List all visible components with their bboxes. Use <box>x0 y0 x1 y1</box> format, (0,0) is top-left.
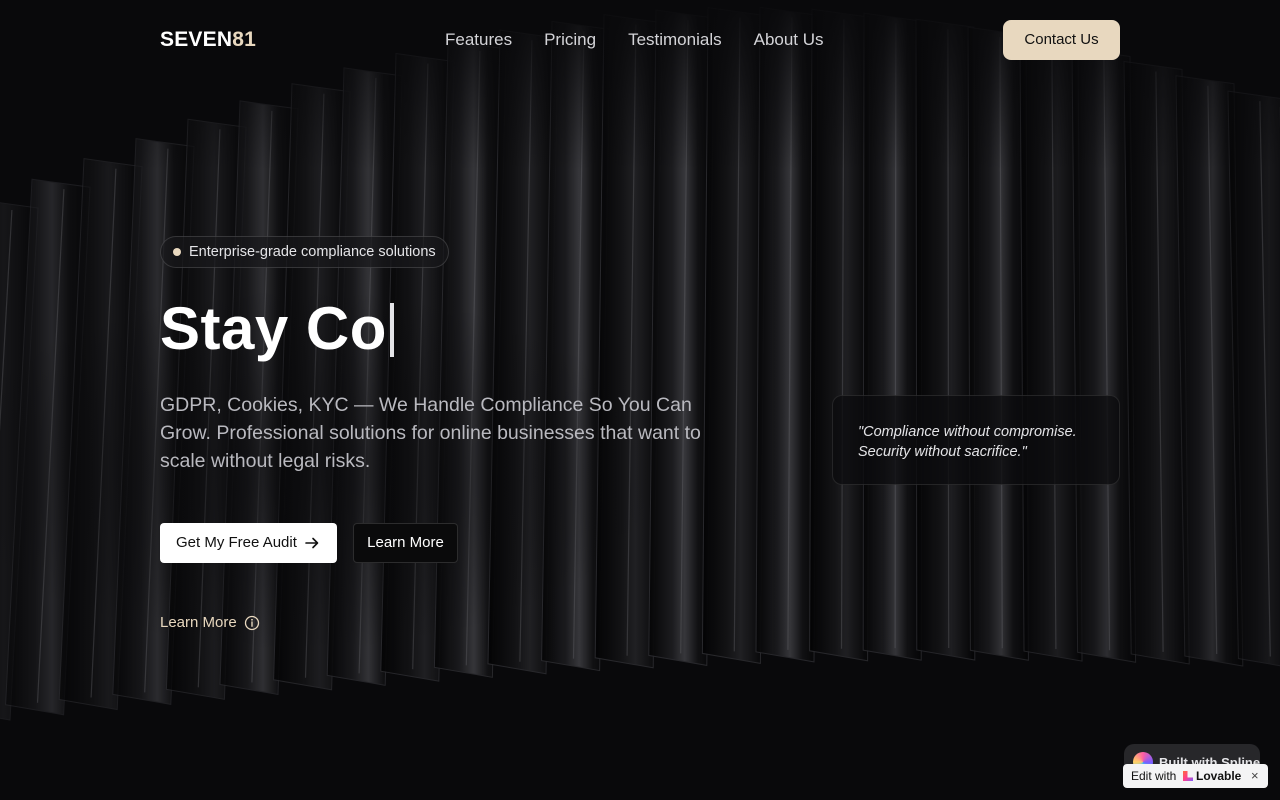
headline-text: Stay Co <box>160 295 387 362</box>
quote-card: "Compliance without compromise. Security… <box>832 395 1120 485</box>
nav-link-pricing[interactable]: Pricing <box>544 30 596 50</box>
brand-logo[interactable]: SEVEN81 <box>160 28 256 52</box>
landing-page: SEVEN81 Features Pricing Testimonials Ab… <box>0 0 1280 800</box>
hero-headline: Stay Co <box>160 296 394 362</box>
nav-link-about-us[interactable]: About Us <box>754 30 824 50</box>
decorative-slab <box>809 8 871 662</box>
hero-subtitle: GDPR, Cookies, KYC — We Handle Complianc… <box>160 394 701 472</box>
decorative-slab <box>967 26 1029 661</box>
lovable-brand-label: Lovable <box>1196 769 1242 783</box>
nav-link-features[interactable]: Features <box>445 30 512 50</box>
badge-label: Enterprise-grade compliance solutions <box>189 244 436 260</box>
top-navigation: SEVEN81 Features Pricing Testimonials Ab… <box>0 0 1280 80</box>
learn-more-link-label: Learn More <box>160 614 237 631</box>
decorative-slab <box>755 6 819 663</box>
decorative-slab <box>862 12 923 661</box>
nav-link-testimonials[interactable]: Testimonials <box>628 30 722 50</box>
nav-links: Features Pricing Testimonials About Us <box>445 30 856 50</box>
contact-us-button[interactable]: Contact Us <box>1003 20 1120 60</box>
badge-dot-icon <box>173 248 181 256</box>
get-free-audit-label: Get My Free Audit <box>176 534 297 551</box>
brand-name-main: SEVEN <box>160 28 233 51</box>
arrow-right-icon <box>305 537 319 549</box>
info-icon <box>244 615 260 631</box>
decorative-slab <box>915 18 976 661</box>
edit-with-lovable-bar[interactable]: Edit with Lovable × <box>1123 764 1268 788</box>
close-icon[interactable]: × <box>1251 764 1259 788</box>
typing-caret <box>389 303 394 357</box>
decorative-slab-highlight <box>947 29 950 649</box>
quote-text: "Compliance without compromise. Security… <box>858 424 1077 460</box>
brand-name-accent: 81 <box>232 28 256 51</box>
edit-with-label: Edit with <box>1131 769 1177 783</box>
hero-badge: Enterprise-grade compliance solutions <box>160 236 449 268</box>
learn-more-button[interactable]: Learn More <box>353 523 458 563</box>
get-free-audit-button[interactable]: Get My Free Audit <box>160 523 337 563</box>
lovable-heart-icon <box>1183 771 1193 781</box>
decorative-slab-highlight <box>894 23 897 649</box>
learn-more-link[interactable]: Learn More <box>160 614 260 632</box>
